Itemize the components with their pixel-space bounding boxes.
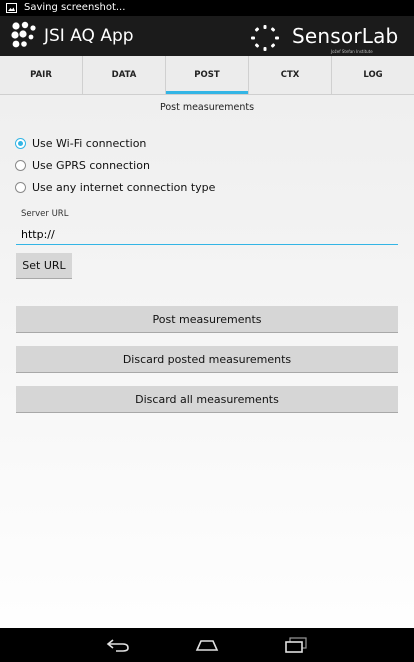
radio-any-label: Use any internet connection type <box>32 180 216 194</box>
home-icon <box>195 640 219 651</box>
tab-pair[interactable]: PAIR <box>0 56 82 94</box>
recents-icon <box>285 637 307 653</box>
recents-button[interactable] <box>276 628 316 662</box>
status-bar: Saving screenshot... <box>0 0 414 16</box>
back-button[interactable] <box>98 628 138 662</box>
radio-any[interactable]: Use any internet connection type <box>15 179 215 195</box>
server-url-label: Server URL <box>21 209 69 219</box>
app-title: JSI AQ App <box>44 26 134 46</box>
tab-post[interactable]: POST <box>165 56 248 94</box>
radio-gprs-label: Use GPRS connection <box>32 158 150 172</box>
post-measurements-button[interactable]: Post measurements <box>16 306 398 333</box>
tab-bar: PAIR DATA POST CTX LOG <box>0 56 414 95</box>
radio-button[interactable] <box>15 181 26 193</box>
radio-button-checked[interactable] <box>15 137 26 149</box>
brand-subtitle: Jožef Stefan Institute <box>331 49 373 54</box>
app-logo-icon <box>11 21 36 48</box>
screenshot-icon <box>6 3 17 13</box>
radio-wifi[interactable]: Use Wi-Fi connection <box>15 135 146 151</box>
discard-posted-button[interactable]: Discard posted measurements <box>16 346 398 373</box>
radio-gprs[interactable]: Use GPRS connection <box>15 157 150 173</box>
set-url-button[interactable]: Set URL <box>16 253 72 279</box>
tab-data[interactable]: DATA <box>82 56 165 94</box>
action-bar: JSI AQ App SensorLab Jožef Stefan Instit… <box>0 16 414 56</box>
discard-all-button[interactable]: Discard all measurements <box>16 386 398 413</box>
tab-log[interactable]: LOG <box>331 56 414 94</box>
radio-button[interactable] <box>15 159 26 171</box>
tab-ctx[interactable]: CTX <box>248 56 331 94</box>
status-text: Saving screenshot... <box>24 2 126 13</box>
navigation-bar <box>0 628 414 662</box>
sensorlab-logo-icon <box>251 25 279 51</box>
page-title: Post measurements <box>159 102 255 113</box>
radio-wifi-label: Use Wi-Fi connection <box>32 136 147 150</box>
back-icon <box>106 639 129 652</box>
home-button[interactable] <box>187 628 227 662</box>
server-url-input[interactable] <box>16 225 398 245</box>
